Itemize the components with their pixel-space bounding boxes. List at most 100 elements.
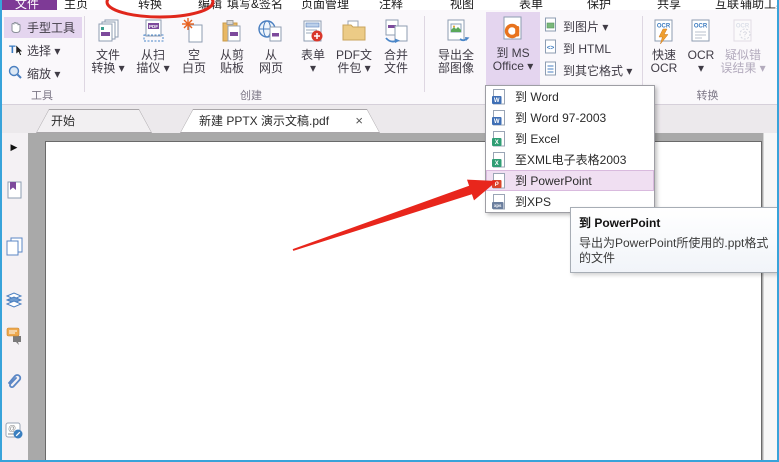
tab-accessibility[interactable]: 辅助工具	[740, 0, 779, 10]
form-icon	[298, 15, 328, 49]
from-clipboard-button[interactable]: 从剪 贴板	[213, 14, 251, 90]
to-image-label: 到图片 ▾	[563, 19, 609, 34]
svg-text:W: W	[494, 98, 500, 104]
expand-panel-button[interactable]: ▶	[4, 137, 24, 157]
select-cursor-icon: T	[7, 41, 24, 60]
hand-tool-button[interactable]: 手型工具	[4, 17, 82, 38]
powerpoint-file-icon: P	[491, 172, 507, 189]
attachments-panel-button[interactable]	[4, 373, 24, 393]
vertical-scrollbar[interactable]	[763, 133, 777, 462]
from-web-page-button[interactable]: 从 网页	[252, 14, 290, 90]
menu-item-label: 至XML电子表格2003	[515, 153, 627, 167]
combine-files-button[interactable]: 合并 文件	[376, 14, 416, 90]
suspect-results-button: OCR? 疑似错 误结果 ▾	[716, 14, 770, 90]
dropdown-arrow-icon: ▾	[309, 61, 317, 75]
button-label: 误结果 ▾	[720, 61, 766, 75]
document-area: ▶ @	[0, 133, 779, 462]
menu-item-label: 到 Word 97-2003	[515, 111, 607, 125]
tooltip-body: 导出为PowerPoint所使用的.ppt格式的文件	[579, 236, 769, 265]
file-convert-button[interactable]: 文件 转换 ▾	[86, 14, 130, 90]
svg-text:OCR: OCR	[694, 24, 708, 30]
pdf-portfolio-button[interactable]: PDF文 件包 ▾	[333, 14, 375, 90]
create-group-label: 创建	[240, 90, 262, 102]
svg-text:X: X	[495, 140, 499, 146]
tab-share[interactable]: 共享	[657, 0, 681, 10]
portfolio-folder-icon	[339, 15, 369, 49]
blank-page-button[interactable]: 空 白页	[176, 14, 212, 90]
svg-text:<>: <>	[547, 45, 555, 52]
group-separator	[424, 16, 425, 92]
svg-text:X: X	[495, 161, 499, 167]
export-all-images-button[interactable]: 导出全 部图像	[428, 14, 484, 90]
svg-text:PDF: PDF	[149, 24, 158, 29]
menu-item-label: 到XPS	[515, 195, 552, 209]
group-separator	[84, 16, 85, 92]
comments-panel-button[interactable]	[4, 327, 24, 347]
select-tool-button[interactable]: T 选择 ▾	[4, 40, 82, 61]
blank-page-icon	[179, 15, 209, 49]
to-ms-office-dropdown-menu: W 到 Word W 到 Word 97-2003 X 到 Excel X 至X…	[485, 85, 655, 213]
tab-file[interactable]: 文件	[0, 0, 57, 10]
select-tool-label: 选择 ▾	[27, 44, 61, 58]
tab-protect[interactable]: 保护	[587, 0, 611, 10]
signature-panel-button[interactable]: @	[4, 422, 24, 442]
svg-text:?: ?	[743, 32, 747, 39]
magnifier-icon	[7, 64, 23, 83]
bookmarks-panel-button[interactable]	[4, 180, 24, 205]
tab-file-label: 文件	[15, 0, 40, 10]
menu-item-to-word-97-2003[interactable]: W 到 Word 97-2003	[486, 107, 654, 128]
tab-home[interactable]: 主页	[64, 0, 88, 10]
tools-group-label: 工具	[31, 90, 53, 102]
button-label: 贴板	[219, 61, 244, 75]
menu-item-to-excel[interactable]: X 到 Excel	[486, 128, 654, 149]
xps-file-icon: xps	[491, 193, 507, 210]
document-tab-bar: 开始 新建 PPTX 演示文稿.pdf ×	[0, 105, 779, 133]
ribbon: 手型工具 T 选择 ▾ 缩放 ▾ 工具 文件 转换 ▾ PDF 从扫 描仪 ▾ …	[0, 10, 779, 105]
word-file-icon: W	[491, 88, 507, 105]
doc-tab-active[interactable]: 新建 PPTX 演示文稿.pdf ×	[180, 109, 380, 133]
tab-edit[interactable]: 编辑	[198, 0, 222, 10]
menu-item-to-powerpoint[interactable]: P 到 PowerPoint	[486, 170, 654, 191]
quick-ocr-button[interactable]: OCR 快速 OCR	[645, 14, 683, 90]
powerpoint-tooltip: 到 PowerPoint 导出为PowerPoint所使用的.ppt格式的文件	[570, 207, 778, 273]
tab-fill-sign[interactable]: 填写&签名	[227, 0, 283, 10]
to-html-button[interactable]: <> 到 HTML	[544, 38, 640, 58]
zoom-tool-label: 缩放 ▾	[27, 67, 61, 81]
menu-item-to-xml-spreadsheet-2003[interactable]: X 至XML电子表格2003	[486, 149, 654, 170]
attachments-icon	[4, 371, 24, 396]
layers-panel-button[interactable]	[4, 291, 24, 311]
tab-convert[interactable]: 转换	[138, 0, 162, 10]
menu-item-to-word[interactable]: W 到 Word	[486, 86, 654, 107]
tooltip-title: 到 PowerPoint	[579, 216, 661, 230]
form-button[interactable]: 表单 ▾	[294, 14, 332, 90]
button-label: 转换 ▾	[91, 61, 125, 75]
to-ms-office-button[interactable]: 到 MS Office ▾	[486, 12, 540, 95]
button-label: 网页	[258, 61, 283, 75]
to-image-button[interactable]: 到图片 ▾	[544, 16, 640, 36]
svg-text:P: P	[495, 182, 499, 188]
tab-comment[interactable]: 注释	[379, 0, 403, 10]
ocr-button[interactable]: OCR OCR ▾	[686, 14, 716, 90]
to-image-icon	[544, 17, 558, 35]
page-thumbnails-panel-button[interactable]	[4, 237, 24, 258]
button-label: 文件	[383, 61, 408, 75]
from-scanner-button[interactable]: PDF 从扫 描仪 ▾	[131, 14, 175, 90]
button-label: 部图像	[437, 61, 474, 75]
tab-view[interactable]: 视图	[450, 0, 474, 10]
combine-files-icon	[381, 15, 411, 49]
button-label: Office ▾	[492, 59, 534, 73]
bookmarks-icon	[4, 180, 24, 205]
excel-file-icon: X	[491, 130, 507, 147]
doc-tab-start[interactable]: 开始	[36, 109, 152, 133]
clipboard-icon	[217, 15, 247, 49]
button-label: 白页	[181, 61, 206, 75]
tab-page-manage[interactable]: 页面管理	[301, 0, 349, 10]
to-other-format-button[interactable]: 到其它格式 ▾	[544, 60, 640, 80]
tab-connect[interactable]: 互联	[715, 0, 739, 10]
layers-icon	[4, 289, 24, 314]
button-label: 描仪 ▾	[136, 61, 170, 75]
tab-form[interactable]: 表单	[519, 0, 543, 10]
close-icon[interactable]: ×	[355, 110, 363, 132]
dropdown-arrow-icon: ▾	[697, 61, 705, 75]
zoom-tool-button[interactable]: 缩放 ▾	[4, 63, 82, 84]
